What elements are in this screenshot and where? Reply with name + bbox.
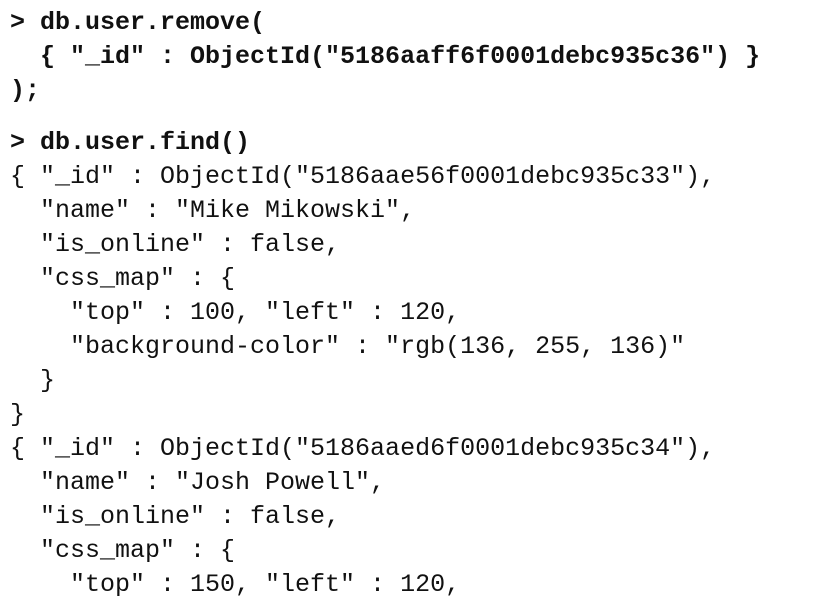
find-command-line: > db.user.find()	[10, 128, 251, 157]
output-line: "top" : 100, "left" : 120,	[10, 298, 461, 327]
output-line: "background-color" : "rgb(136, 255, 136)…	[10, 332, 686, 361]
output-line: "is_online" : false,	[10, 230, 341, 259]
terminal-console: > db.user.remove( { "_id" : ObjectId("51…	[10, 6, 810, 602]
output-line: }	[10, 400, 26, 429]
output-line: { "_id" : ObjectId("5186aae56f0001debc93…	[10, 162, 716, 191]
remove-close-line: );	[10, 76, 41, 105]
remove-command-line: > db.user.remove(	[10, 8, 266, 37]
output-line: { "_id" : ObjectId("5186aaed6f0001debc93…	[10, 434, 716, 463]
output-line: "is_online" : false,	[10, 502, 341, 531]
output-line: "css_map" : {	[10, 536, 236, 565]
find-command-block: > db.user.find() { "_id" : ObjectId("518…	[10, 126, 810, 602]
output-line: "name" : "Josh Powell",	[10, 468, 386, 497]
remove-argument-line: { "_id" : ObjectId("5186aaff6f0001debc93…	[10, 42, 761, 71]
output-line: "top" : 150, "left" : 120,	[10, 570, 461, 599]
remove-command-block: > db.user.remove( { "_id" : ObjectId("51…	[10, 6, 810, 108]
output-line: "name" : "Mike Mikowski",	[10, 196, 416, 225]
output-line: "css_map" : {	[10, 264, 236, 293]
output-line: }	[10, 366, 56, 395]
